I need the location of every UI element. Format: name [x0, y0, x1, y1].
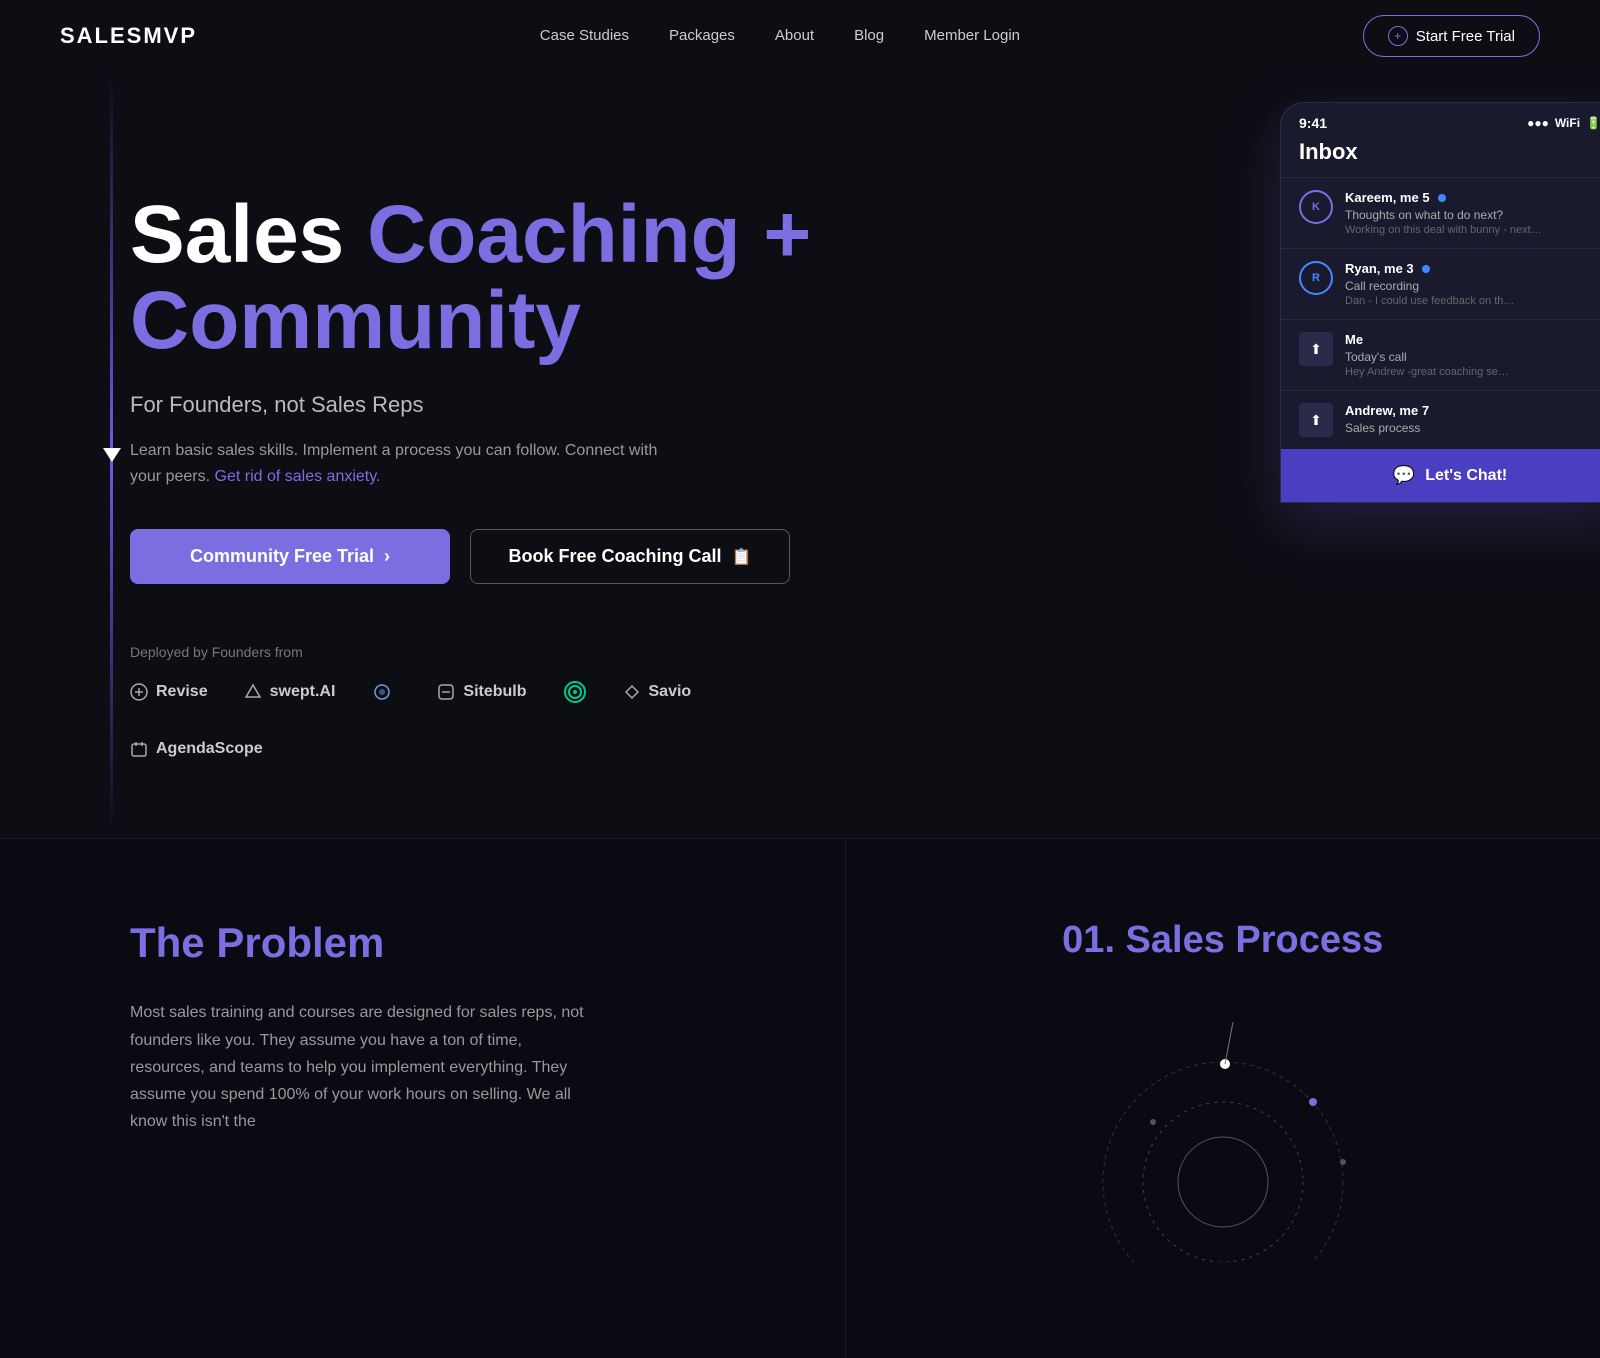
calendar-icon: 📋 — [732, 547, 752, 567]
nav-case-studies[interactable]: Case Studies — [540, 27, 629, 44]
revise-icon — [130, 683, 148, 701]
cta-icon: + — [1388, 26, 1408, 46]
andrew-icon: ⬆ — [1299, 403, 1333, 437]
hero-title: Sales Coaching + Community — [130, 192, 830, 364]
navigation: SALESMVP Case Studies Packages About Blo… — [0, 0, 1600, 72]
me-icon: ⬆ — [1299, 332, 1333, 366]
swept-icon — [244, 683, 262, 701]
hero-subtitle: For Founders, not Sales Reps — [130, 392, 830, 418]
inbox-item-me: ⬆ Me Today's call Hey Andrew -great coac… — [1281, 319, 1600, 390]
agendascope-icon — [130, 740, 148, 758]
hero-content: Sales Coaching + Community For Founders,… — [130, 132, 830, 758]
brand-agendascope: AgendaScope — [130, 740, 263, 758]
ryan-avatar: R — [1299, 261, 1333, 295]
phone-icons: ●●● WiFi 🔋 — [1527, 116, 1600, 130]
brand-circle — [563, 680, 587, 704]
brand-swept: swept.AI — [244, 683, 336, 701]
problem-title: The Problem — [130, 919, 765, 967]
sales-process-diagram — [1073, 1002, 1373, 1262]
sales-process-section: 01. Sales Process — [846, 839, 1600, 1358]
hero-section: Sales Coaching + Community For Founders,… — [0, 72, 1600, 838]
chat-icon: 💬 — [1393, 465, 1415, 486]
arrow-indicator — [103, 448, 121, 462]
brand-savio: Savio — [623, 683, 692, 701]
start-free-trial-button[interactable]: + Start Free Trial — [1363, 15, 1540, 57]
inbox-item-andrew: ⬆ Andrew, me 7 Sales process — [1281, 390, 1600, 449]
brand-sitebulb: Sitebulb — [437, 683, 526, 701]
arrow-right-icon: › — [384, 546, 390, 567]
me-content: Me Today's call Hey Andrew -great coachi… — [1345, 332, 1600, 378]
nav-about[interactable]: About — [775, 27, 814, 44]
phone-status-bar: 9:41 ●●● WiFi 🔋 — [1281, 103, 1600, 139]
inbox-item-ryan: R Ryan, me 3 Call recording Dan - I coul… — [1281, 248, 1600, 319]
problem-section: The Problem Most sales training and cour… — [0, 839, 846, 1358]
phone-time: 9:41 — [1299, 115, 1327, 131]
savio-icon — [623, 683, 641, 701]
sales-process-title: 01. Sales Process — [1062, 919, 1383, 962]
andrew-content: Andrew, me 7 Sales process — [1345, 403, 1600, 437]
unread-dot-2 — [1422, 265, 1430, 273]
inbox-item-kareem: K Kareem, me 5 Thoughts on what to do ne… — [1281, 177, 1600, 248]
nav-packages[interactable]: Packages — [669, 27, 735, 44]
process-svg — [1073, 1002, 1373, 1262]
circle-icon — [563, 680, 587, 704]
hero-title-white: Sales — [130, 189, 367, 280]
hero-buttons: Community Free Trial › Book Free Coachin… — [130, 529, 830, 584]
logo: SALESMVP — [60, 23, 197, 49]
unread-dot — [1438, 194, 1446, 202]
bottom-section: The Problem Most sales training and cour… — [0, 838, 1600, 1358]
problem-text: Most sales training and courses are desi… — [130, 999, 590, 1135]
kareem-content: Kareem, me 5 Thoughts on what to do next… — [1345, 190, 1600, 236]
phone-inbox-title: Inbox — [1281, 139, 1600, 177]
phone-mockup: 9:41 ●●● WiFi 🔋 Inbox K Kareem, me 5 Tho… — [1280, 102, 1600, 503]
brand-revise: Revise — [130, 683, 208, 701]
anxiety-link[interactable]: Get rid of sales anxiety. — [215, 468, 381, 485]
nav-links: Case Studies Packages About Blog Member … — [540, 27, 1020, 45]
brand-astronomer — [371, 683, 401, 701]
ryan-content: Ryan, me 3 Call recording Dan - I could … — [1345, 261, 1600, 307]
brand-logos-row: Revise swept.AI Sitebulb — [130, 680, 830, 758]
kareem-avatar: K — [1299, 190, 1333, 224]
sitebulb-icon — [437, 683, 455, 701]
community-free-trial-button[interactable]: Community Free Trial › — [130, 529, 450, 584]
lets-chat-button[interactable]: 💬 Let's Chat! — [1281, 449, 1600, 502]
book-free-coaching-button[interactable]: Book Free Coaching Call 📋 — [470, 529, 790, 584]
deployed-section: Deployed by Founders from Revise swept.A… — [130, 644, 830, 758]
nav-member-login[interactable]: Member Login — [924, 27, 1020, 44]
nav-blog[interactable]: Blog — [854, 27, 884, 44]
astronomer-icon — [371, 683, 393, 701]
hero-description: Learn basic sales skills. Implement a pr… — [130, 438, 670, 489]
deployed-label: Deployed by Founders from — [130, 644, 830, 660]
